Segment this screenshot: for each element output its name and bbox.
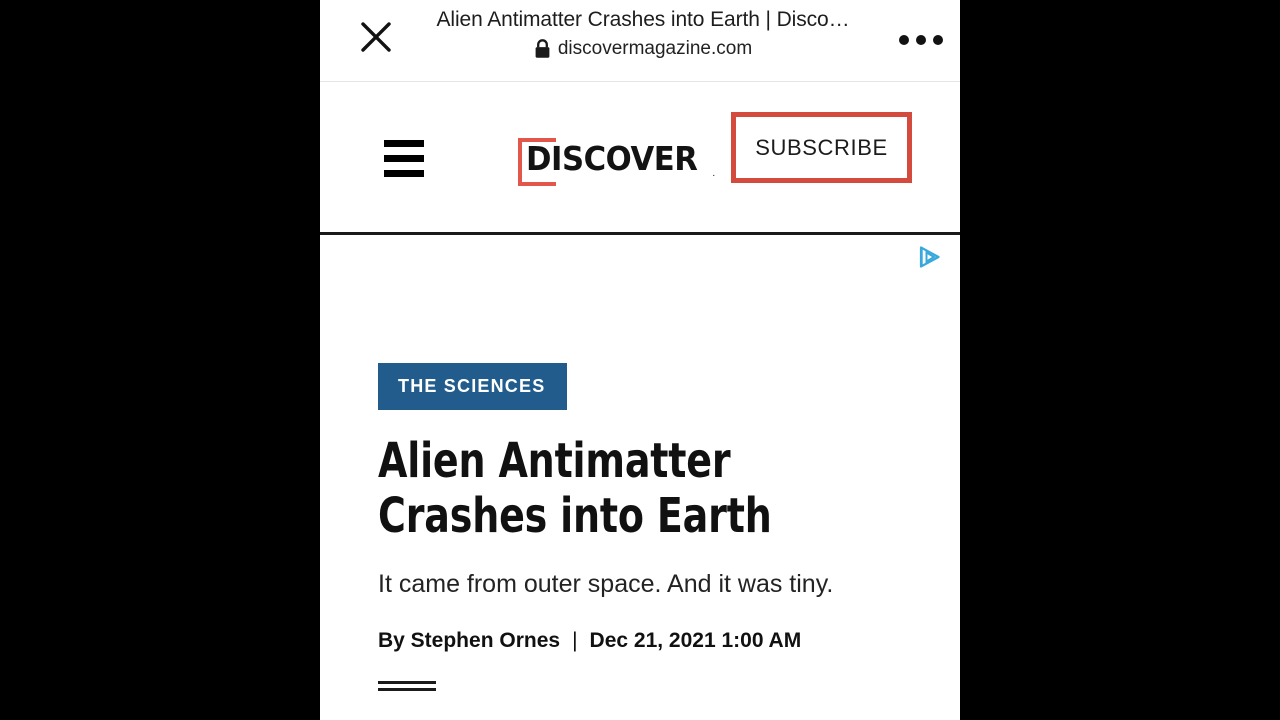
dot — [916, 35, 926, 45]
browser-top-bar: Alien Antimatter Crashes into Earth | Di… — [320, 0, 960, 82]
article-body: THE SCIENCES Alien Antimatter Crashes in… — [320, 363, 960, 691]
site-masthead: DISCOVER . SUBSCRIBE — [320, 82, 960, 235]
phone-screen: Alien Antimatter Crashes into Earth | Di… — [320, 0, 960, 720]
advertisement-slot — [320, 235, 960, 363]
menu-bar — [384, 169, 424, 177]
category-badge[interactable]: THE SCIENCES — [378, 363, 568, 410]
letterbox-stage: Alien Antimatter Crashes into Earth | Di… — [0, 0, 1280, 720]
divider-line — [378, 681, 436, 684]
logo-wordmark: DISCOVER — [526, 138, 698, 178]
article-subtitle: It came from outer space. And it was tin… — [378, 570, 834, 598]
author-name[interactable]: By Stephen Ornes — [378, 628, 560, 654]
article-headline: Alien Antimatter Crashes into Earth — [378, 433, 772, 544]
adchoices-icon[interactable] — [917, 244, 943, 270]
divider-line — [378, 688, 436, 691]
article-byline: By Stephen Ornes | Dec 21, 2021 1:00 AM — [378, 628, 902, 654]
close-icon[interactable] — [348, 9, 404, 65]
section-divider — [378, 681, 436, 691]
hamburger-menu-icon[interactable] — [384, 132, 444, 184]
page-title: Alien Antimatter Crashes into Earth | Di… — [436, 8, 850, 31]
publish-date: Dec 21, 2021 1:00 AM — [589, 629, 802, 652]
tab-title-block: Alien Antimatter Crashes into Earth | Di… — [412, 6, 874, 61]
url-row[interactable]: discovermagazine.com — [412, 37, 874, 61]
dot — [899, 35, 909, 45]
dot — [933, 35, 943, 45]
logo-trademark: . — [712, 168, 716, 179]
byline-separator: | — [572, 629, 578, 652]
subscribe-button[interactable]: SUBSCRIBE — [731, 112, 912, 183]
site-domain: discovermagazine.com — [557, 38, 753, 59]
subscribe-button-label: SUBSCRIBE — [755, 134, 888, 160]
lock-icon — [535, 39, 550, 58]
more-horizontal-icon[interactable] — [892, 17, 950, 63]
discover-logo[interactable]: DISCOVER . — [518, 134, 716, 186]
menu-bar — [384, 139, 424, 147]
menu-bar — [384, 154, 424, 162]
